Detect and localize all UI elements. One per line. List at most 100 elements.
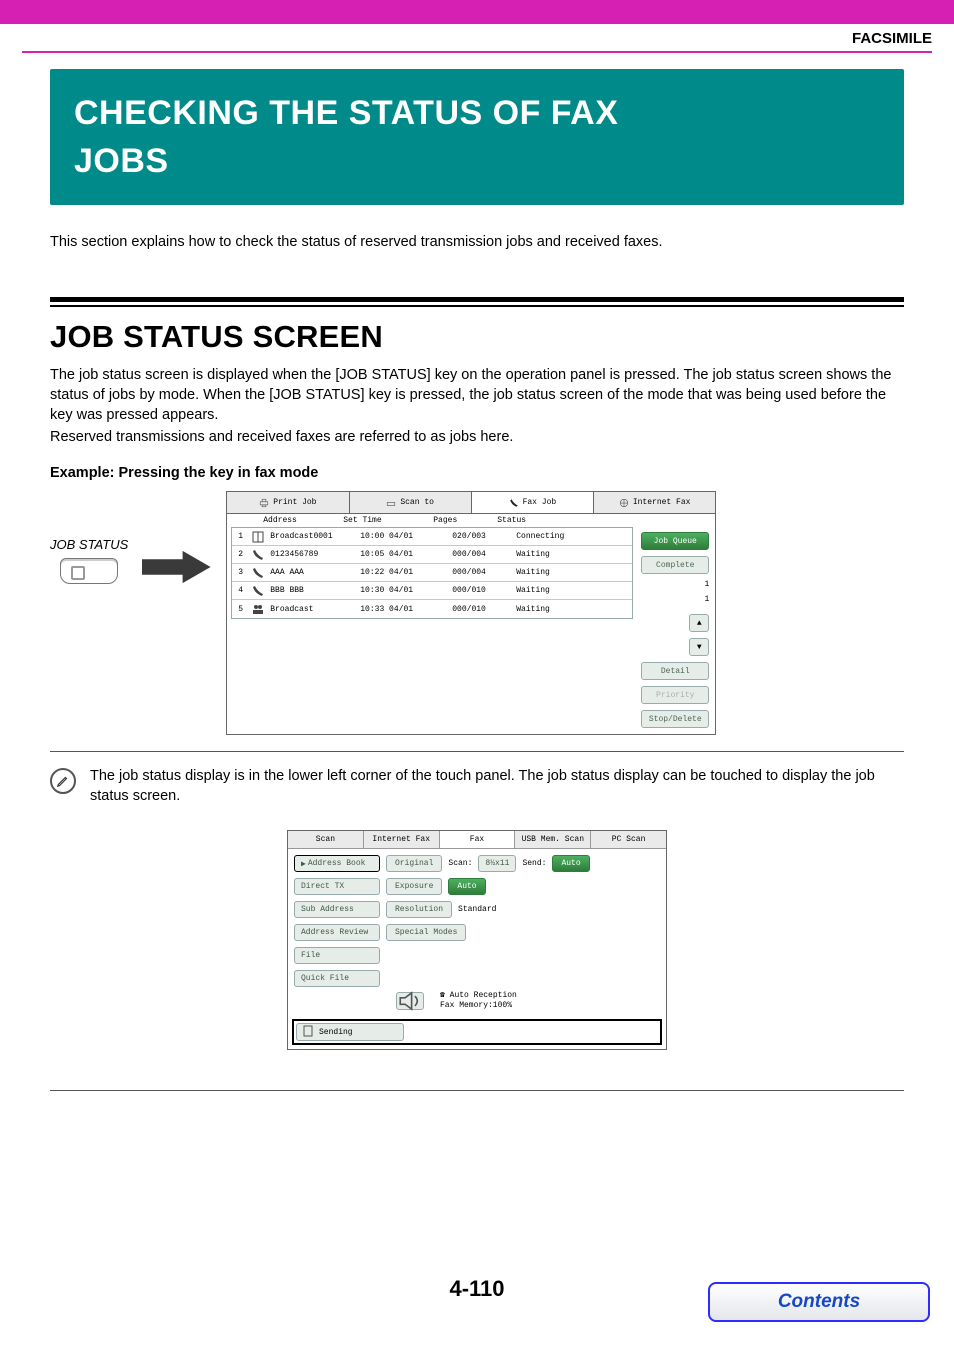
status-side-buttons: Job Queue Complete 1 1 ▲ ▼ Detail Priori… <box>637 514 715 734</box>
detail-button[interactable]: Detail <box>641 662 709 680</box>
address-book-label: Address Book <box>308 859 366 868</box>
special-modes-button[interactable]: Special Modes <box>386 924 466 941</box>
jobstatus-keycap[interactable] <box>60 558 118 584</box>
fax-panel-tabs: Scan Internet Fax Fax USB Mem. Scan PC S… <box>288 831 666 849</box>
sending-label: Sending <box>319 1028 353 1037</box>
fax-send-panel: Scan Internet Fax Fax USB Mem. Scan PC S… <box>287 830 667 1050</box>
head-pages: Pages <box>433 516 497 525</box>
section-rule <box>50 297 904 307</box>
address-review-button[interactable]: Address Review <box>294 924 380 941</box>
tab-internet-fax-2[interactable]: Internet Fax <box>364 831 440 848</box>
priority-button[interactable]: Priority <box>641 686 709 704</box>
arrow-right-icon <box>142 549 212 585</box>
tab-fax-job-label: Fax Job <box>523 498 557 507</box>
row-status: Waiting <box>516 568 632 577</box>
page-title-line1: CHECKING THE STATUS OF FAX <box>74 91 880 135</box>
tab-internet-fax-label: Internet Fax <box>633 498 691 507</box>
fax-status-text: ☎ Auto Reception Fax Memory:100% <box>440 991 517 1011</box>
fax-memory-label: Fax Memory:100% <box>440 1001 517 1011</box>
globe-icon <box>619 498 629 508</box>
row-status: Waiting <box>516 586 632 595</box>
row-time: 10:00 04/01 <box>360 532 446 541</box>
status-table: 1 Broadcast0001 10:00 04/01 020/003 Conn… <box>231 527 633 619</box>
head-settime: Set Time <box>343 516 433 525</box>
note-block: The job status display is in the lower l… <box>50 760 904 812</box>
file-button[interactable]: File <box>294 947 380 964</box>
top-accent-bar <box>0 0 954 24</box>
phone-icon <box>252 549 264 561</box>
row-address: 0123456789 <box>270 550 354 559</box>
tab-fax-job[interactable]: Fax Job <box>472 492 594 513</box>
tab-usb-mem-scan[interactable]: USB Mem. Scan <box>515 831 591 848</box>
tab-internet-fax[interactable]: Internet Fax <box>594 492 715 513</box>
send-auto-button[interactable]: Auto <box>552 855 589 872</box>
tab-fax[interactable]: Fax <box>440 831 516 848</box>
intro-paragraph: This section explains how to check the s… <box>50 231 904 253</box>
tab-pc-scan[interactable]: PC Scan <box>591 831 666 848</box>
table-row[interactable]: 5 Broadcast 10:33 04/01 000/010 Waiting <box>232 600 632 618</box>
body-p1: The job status screen is displayed when … <box>50 365 904 425</box>
row-time: 10:30 04/01 <box>360 586 446 595</box>
phone-icon <box>252 585 264 597</box>
row-address: Broadcast0001 <box>270 532 354 541</box>
speaker-icon[interactable] <box>396 992 424 1010</box>
phone-small-icon: ☎ <box>440 991 445 1000</box>
row-pages: 000/010 <box>452 605 510 614</box>
breadcrumb: FACSIMILE <box>0 24 954 51</box>
breadcrumb-label: FACSIMILE <box>852 30 932 47</box>
jobstatus-key-block: JOB STATUS <box>50 537 128 584</box>
sending-status-bar[interactable]: Sending <box>292 1019 662 1045</box>
row-status: Connecting <box>516 532 632 541</box>
sub-address-button[interactable]: Sub Address <box>294 901 380 918</box>
tab-scan-to[interactable]: Scan to <box>350 492 472 513</box>
section-body: The job status screen is displayed when … <box>50 365 904 447</box>
row-address: BBB BBB <box>270 586 354 595</box>
pencil-icon <box>50 768 76 794</box>
scroll-down-button[interactable]: ▼ <box>689 638 709 656</box>
contents-button[interactable]: Contents <box>708 1282 930 1322</box>
complete-button[interactable]: Complete <box>641 556 709 574</box>
table-row[interactable]: 1 Broadcast0001 10:00 04/01 020/003 Conn… <box>232 528 632 546</box>
tab-print-job[interactable]: Print Job <box>227 492 349 513</box>
scanner-icon <box>386 498 396 508</box>
status-table-head: Address Set Time Pages Status <box>227 514 637 527</box>
row-index: 5 <box>238 605 246 614</box>
phone-icon <box>509 498 519 508</box>
body-p2: Reserved transmissions and received faxe… <box>50 427 904 447</box>
contents-label: Contents <box>778 1291 860 1313</box>
row-index: 2 <box>238 550 246 559</box>
table-row[interactable]: 2 0123456789 10:05 04/01 000/004 Waiting <box>232 546 632 564</box>
job-queue-button[interactable]: Job Queue <box>641 532 709 550</box>
jobstatus-key-label: JOB STATUS <box>50 537 128 552</box>
row-pages: 020/003 <box>452 532 510 541</box>
tab-scan[interactable]: Scan <box>288 831 364 848</box>
original-button[interactable]: Original <box>386 855 442 872</box>
page-title-box: CHECKING THE STATUS OF FAX JOBS <box>50 69 904 205</box>
row-status: Waiting <box>516 605 632 614</box>
head-address: Address <box>233 516 343 525</box>
exposure-button[interactable]: Exposure <box>386 878 442 895</box>
phone-icon <box>252 567 264 579</box>
scan-value[interactable]: 8½x11 <box>478 855 516 872</box>
direct-tx-button[interactable]: Direct TX <box>294 878 380 895</box>
row-status: Waiting <box>516 550 632 559</box>
send-label: Send: <box>522 859 546 868</box>
resolution-button[interactable]: Resolution <box>386 901 452 918</box>
table-row[interactable]: 4 BBB BBB 10:30 04/01 000/010 Waiting <box>232 582 632 600</box>
note-rule-bottom <box>50 1090 904 1091</box>
stop-delete-button[interactable]: Stop/Delete <box>641 710 709 728</box>
quick-file-button[interactable]: Quick File <box>294 970 380 987</box>
book-icon <box>252 531 264 543</box>
address-book-button[interactable]: ▶Address Book <box>294 855 380 872</box>
row-index: 4 <box>238 586 246 595</box>
exposure-auto-button[interactable]: Auto <box>448 878 485 895</box>
note-text: The job status display is in the lower l… <box>90 766 904 806</box>
document-icon <box>303 1025 313 1040</box>
head-status: Status <box>497 516 631 525</box>
group-icon <box>252 603 264 615</box>
table-row[interactable]: 3 AAA AAA 10:22 04/01 000/004 Waiting <box>232 564 632 582</box>
scroll-up-button[interactable]: ▲ <box>689 614 709 632</box>
row-address: Broadcast <box>270 605 354 614</box>
page-title-line2: JOBS <box>74 139 880 183</box>
printer-icon <box>259 498 269 508</box>
